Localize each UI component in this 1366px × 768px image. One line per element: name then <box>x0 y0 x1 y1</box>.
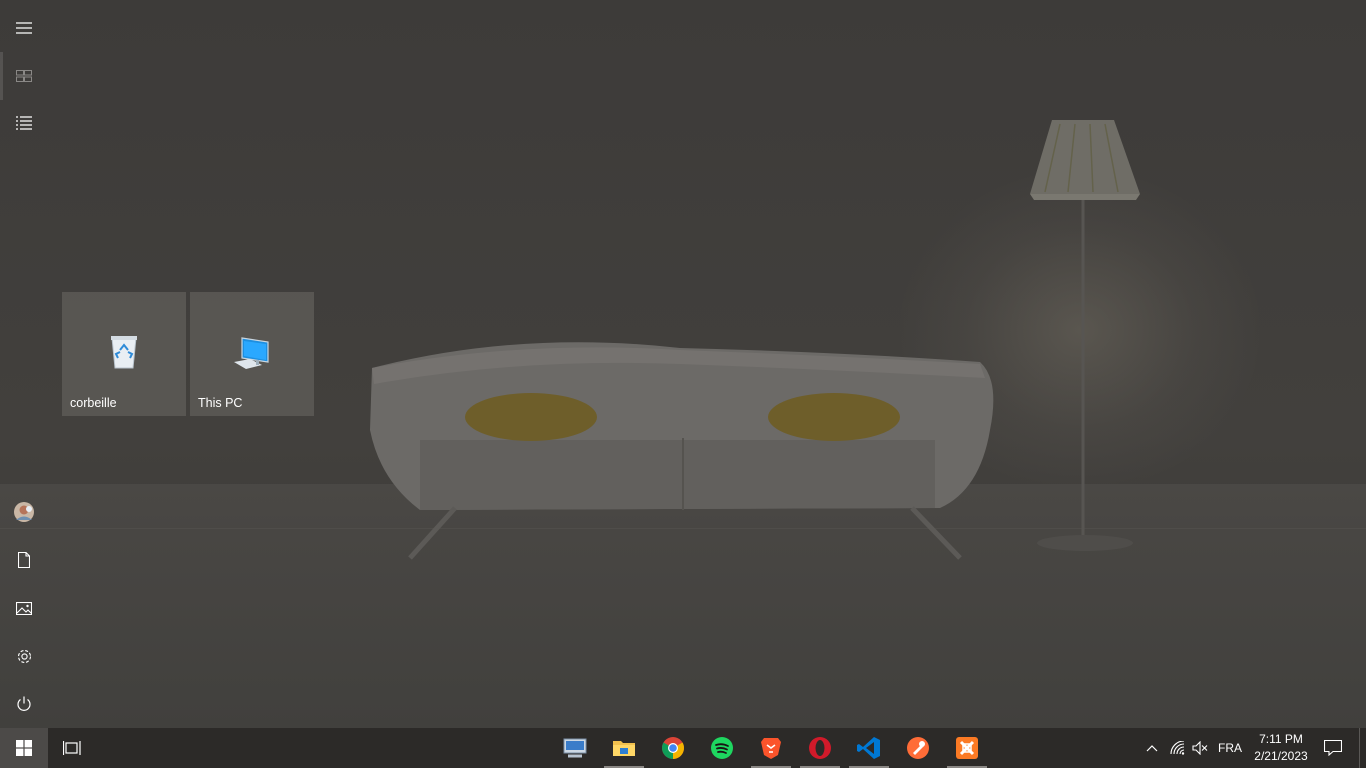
start-button[interactable] <box>0 728 48 768</box>
taskbar-app-opera[interactable] <box>796 728 844 768</box>
taskbar: FRA 7:11 PM 2/21/2023 <box>0 728 1366 768</box>
taskbar-app-chrome[interactable] <box>649 728 697 768</box>
taskbar-app-vscode[interactable] <box>845 728 893 768</box>
volume-muted-icon <box>1192 741 1208 755</box>
recycle-bin-icon <box>104 332 144 372</box>
tile-label: corbeille <box>70 396 117 410</box>
taskbar-app-postman[interactable] <box>894 728 942 768</box>
wifi-icon <box>1170 741 1185 755</box>
pictures-icon[interactable] <box>0 584 48 632</box>
clock[interactable]: 7:11 PM 2/21/2023 <box>1248 728 1314 768</box>
power-icon[interactable] <box>0 680 48 728</box>
input-language[interactable]: FRA <box>1214 728 1246 768</box>
spotify-icon <box>711 737 733 759</box>
task-view-button[interactable] <box>48 728 96 768</box>
chrome-icon <box>662 737 684 759</box>
taskbar-app-spotify[interactable] <box>698 728 746 768</box>
chevron-up-icon <box>1146 745 1158 752</box>
hamburger-icon[interactable] <box>0 4 48 52</box>
all-apps-list-icon[interactable] <box>0 99 48 147</box>
user-avatar[interactable] <box>0 488 48 536</box>
tile-label: This PC <box>198 396 243 410</box>
tiles-icon[interactable] <box>0 52 48 100</box>
clock-time: 7:11 PM <box>1259 732 1303 746</box>
taskbar-app-remote-desktop[interactable] <box>551 728 599 768</box>
task-view-icon <box>63 741 81 755</box>
taskbar-app-xampp[interactable] <box>943 728 991 768</box>
brave-icon <box>761 738 781 759</box>
windows-logo-icon <box>16 740 32 756</box>
remote-desktop-icon <box>563 738 587 758</box>
notification-icon <box>1324 740 1342 756</box>
opera-icon <box>809 737 831 759</box>
clock-date: 2/21/2023 <box>1254 749 1308 763</box>
network-button[interactable] <box>1168 728 1188 768</box>
show-hidden-icons-button[interactable] <box>1142 728 1162 768</box>
volume-button[interactable] <box>1190 728 1210 768</box>
xampp-icon <box>956 737 978 759</box>
documents-icon[interactable] <box>0 536 48 584</box>
file-explorer-icon <box>613 741 635 756</box>
tile-this-pc[interactable]: This PC <box>190 292 314 416</box>
postman-icon <box>907 737 929 759</box>
vscode-icon <box>857 737 880 759</box>
action-center-button[interactable] <box>1318 728 1348 768</box>
computer-icon <box>232 332 272 372</box>
show-desktop-button[interactable] <box>1359 728 1366 768</box>
start-menu-rail <box>0 0 48 728</box>
settings-gear-icon[interactable] <box>0 632 48 680</box>
tile-recycle-bin[interactable]: corbeille <box>62 292 186 416</box>
taskbar-app-file-explorer[interactable] <box>600 728 648 768</box>
taskbar-app-brave[interactable] <box>747 728 795 768</box>
